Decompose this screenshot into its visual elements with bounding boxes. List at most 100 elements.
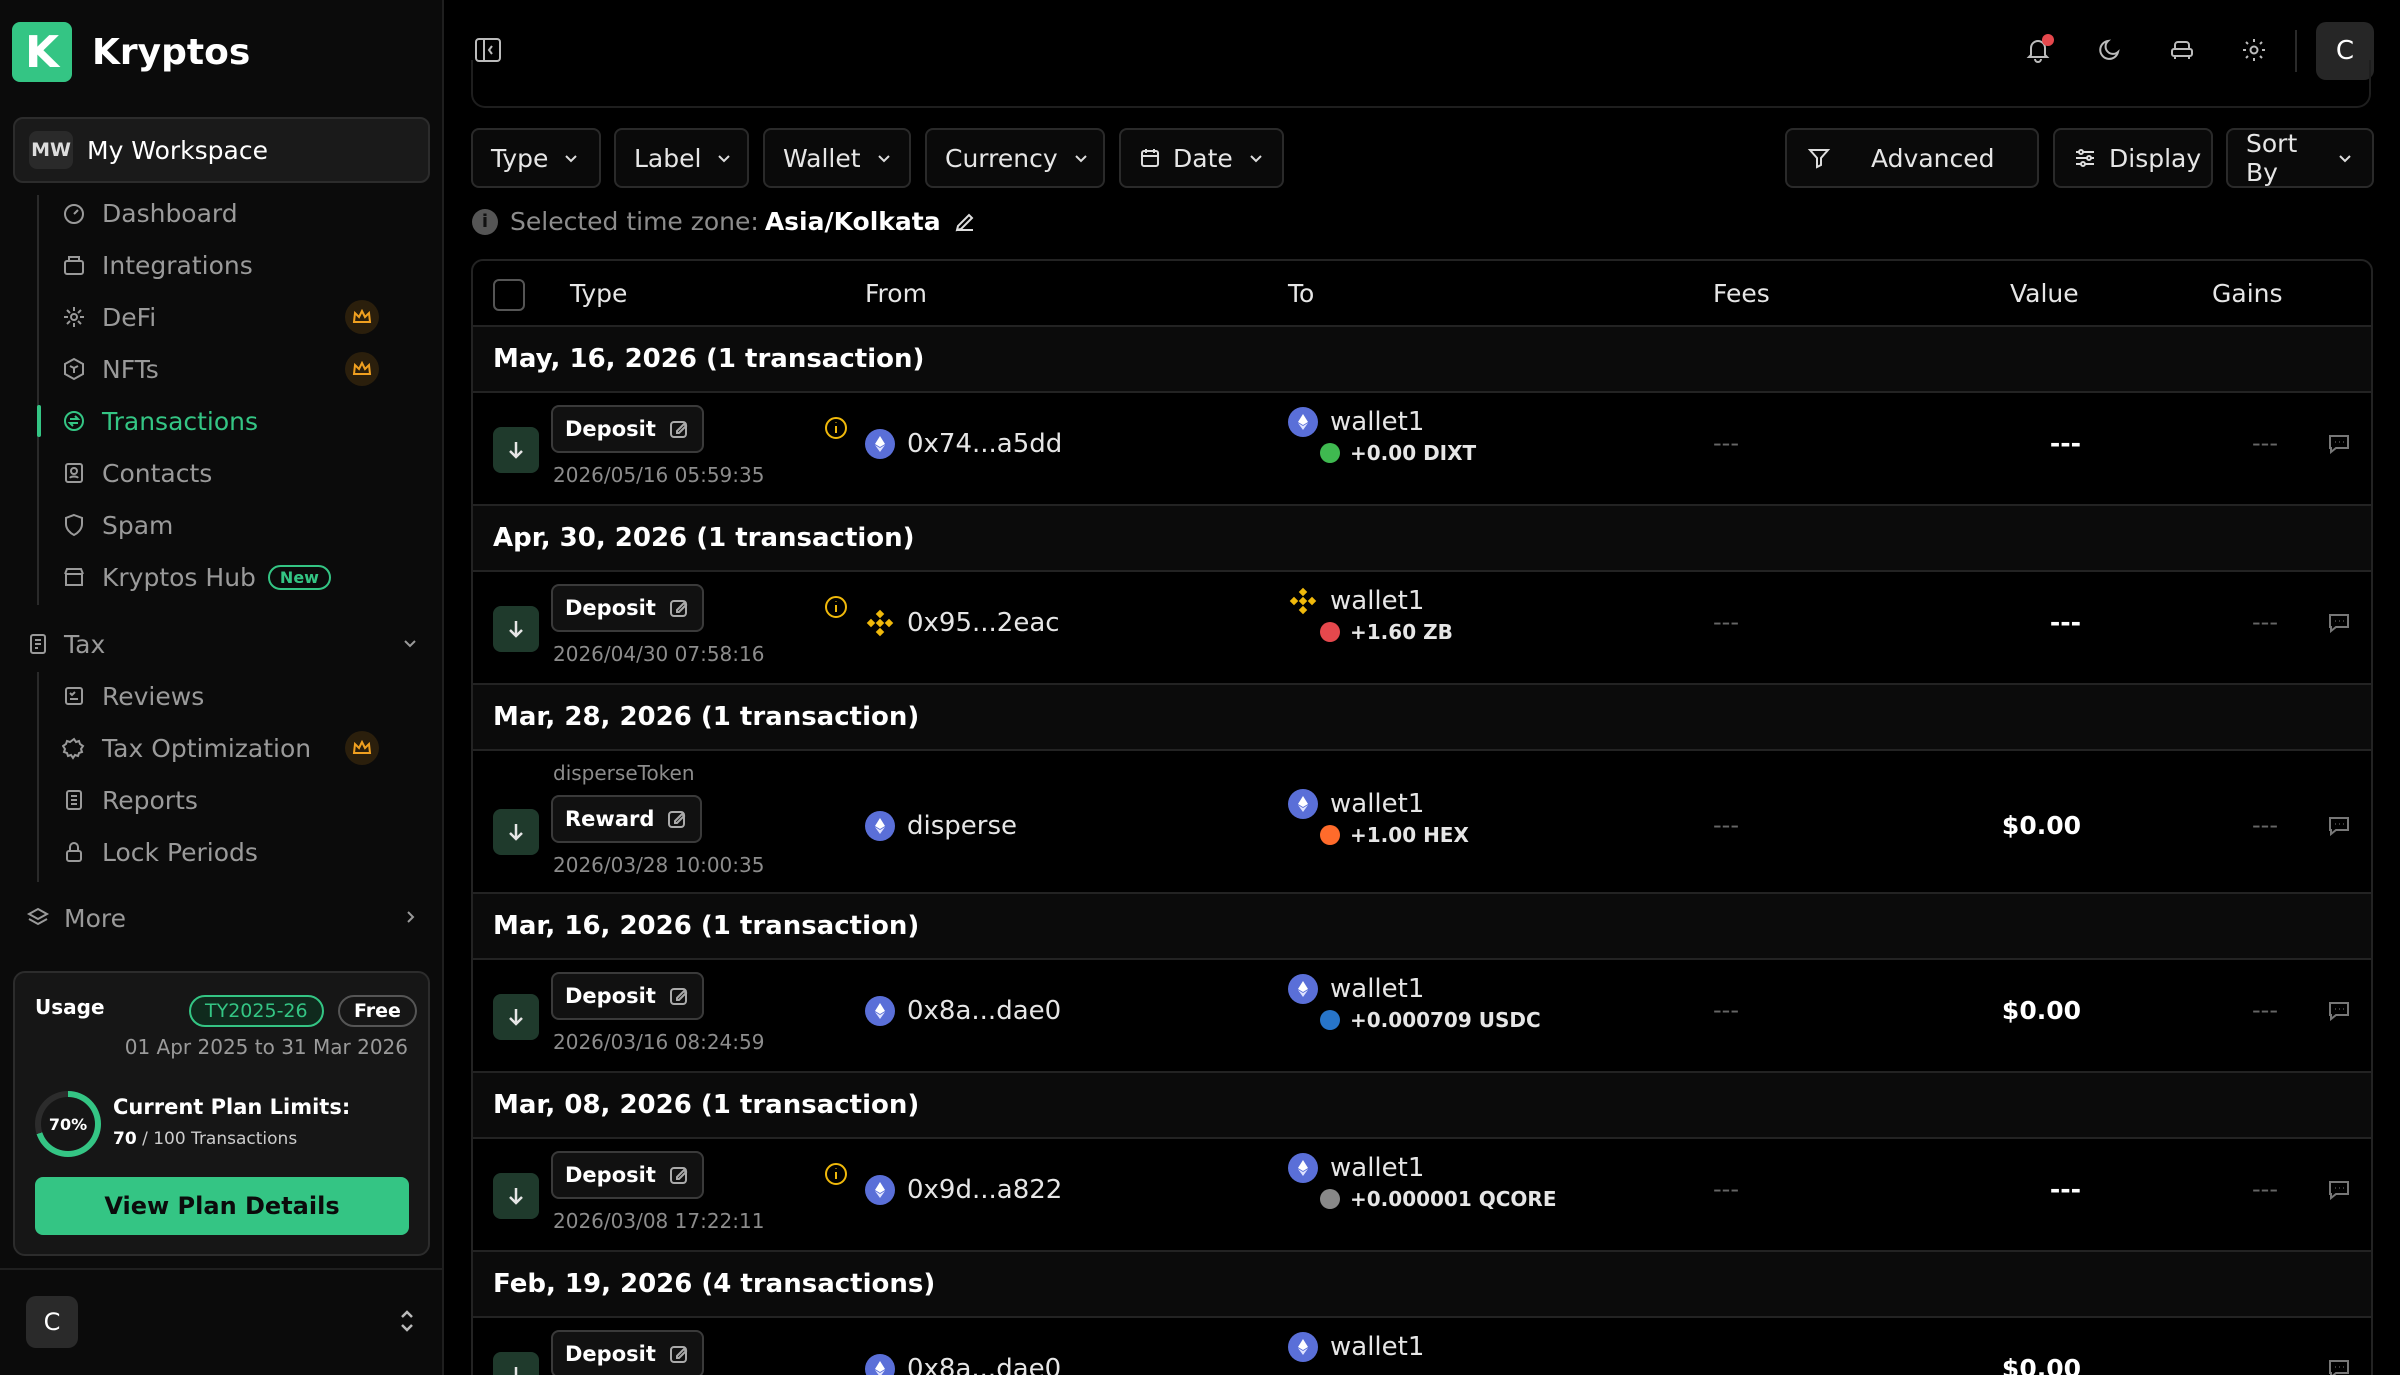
pencil-icon[interactable] [953, 210, 977, 234]
to-wallet-text: wallet1 [1330, 586, 1425, 616]
select-all-checkbox[interactable] [493, 279, 525, 311]
comment-icon[interactable] [2324, 1175, 2354, 1205]
sidebar-section-tax[interactable]: Tax [24, 622, 420, 666]
transaction-type-label: Deposit [565, 1163, 656, 1187]
comment-icon[interactable] [2324, 811, 2354, 841]
to-wallet-text: wallet1 [1330, 1153, 1425, 1183]
date-group-header: Apr, 30, 2026 (1 transaction) [473, 506, 2371, 572]
value-amount: --- [2049, 1175, 2081, 1204]
sidebar-section-more[interactable]: More [24, 896, 420, 940]
sidebar-item-defi[interactable]: DeFi [60, 295, 380, 339]
header-fees[interactable]: Fees [1713, 279, 1770, 308]
filter-currency[interactable]: Currency [925, 128, 1105, 188]
tax-year-badge[interactable]: TY2025-26 [189, 995, 324, 1027]
transaction-row[interactable]: Deposit 0x8a...dae0 wallet1 $0.00 [473, 1318, 2371, 1375]
transaction-type-chip[interactable]: Deposit [551, 405, 704, 453]
to-address[interactable]: wallet1 [1288, 1332, 1424, 1362]
from-address[interactable]: 0x9d...a822 [865, 1175, 1062, 1205]
header-gains[interactable]: Gains [2212, 279, 2283, 308]
info-icon: i [472, 208, 498, 235]
view-plan-details-button[interactable]: View Plan Details [35, 1177, 409, 1235]
from-address[interactable]: 0x8a...dae0 [865, 1354, 1061, 1375]
filter-wallet[interactable]: Wallet [763, 128, 911, 188]
transaction-row[interactable]: Deposit 2026/03/16 08:24:59 0x8a...dae0 wal… [473, 960, 2371, 1073]
transaction-type-chip[interactable]: Reward [551, 795, 703, 843]
sidebar-item-lock-periods[interactable]: Lock Periods [60, 830, 380, 874]
brand-name: Kryptos [92, 31, 251, 73]
transactions-icon [60, 407, 88, 435]
sidebar-item-spam[interactable]: Spam [60, 503, 380, 547]
plan-used: 70 [113, 1129, 137, 1149]
transaction-row[interactable]: disperseToken Reward 2026/03/28 10:00:35 di… [473, 751, 2371, 894]
to-address[interactable]: wallet1 +0.000709 USDC [1288, 974, 1541, 1032]
sort-by-button[interactable]: Sort By [2226, 128, 2374, 188]
filter-label: Currency [945, 143, 1058, 173]
timezone-row: i Selected time zone: Asia/Kolkata [472, 207, 977, 236]
timezone-value: Asia/Kolkata [764, 207, 941, 236]
sidebar-item-tax-optimization[interactable]: Tax Optimization [60, 726, 380, 770]
funnel-icon [1807, 146, 1831, 170]
warning-info-icon[interactable] [823, 1161, 849, 1187]
from-address[interactable]: 0x74...a5dd [865, 429, 1062, 459]
header-value[interactable]: Value [2010, 279, 2079, 308]
workspace-switcher[interactable]: MW My Workspace [13, 117, 430, 183]
premium-crown-icon [345, 300, 379, 334]
comment-icon[interactable] [2324, 996, 2354, 1026]
comment-icon[interactable] [2324, 429, 2354, 459]
transaction-row[interactable]: Deposit 2026/04/30 07:58:16 0x95...2eac wal… [473, 572, 2371, 685]
chevron-up-down-icon[interactable] [398, 1308, 416, 1340]
display-button[interactable]: Display [2053, 128, 2213, 188]
transaction-row[interactable]: Deposit 2026/05/16 05:59:35 0x74...a5dd wal… [473, 393, 2371, 506]
to-address[interactable]: wallet1 +1.00 HEX [1288, 789, 1469, 847]
to-address[interactable]: wallet1 +1.60 ZB [1288, 586, 1453, 644]
ethereum-chain-icon [1288, 1332, 1318, 1362]
nfts-icon [60, 355, 88, 383]
transaction-row[interactable]: Deposit 2026/03/08 17:22:11 0x9d...a822 wal… [473, 1139, 2371, 1252]
from-address[interactable]: 0x8a...dae0 [865, 996, 1061, 1026]
sidebar-item-transactions[interactable]: Transactions [37, 399, 380, 443]
table-header: Type From To Fees Value Gains [473, 261, 2371, 327]
token-amount-text: +0.000709 USDC [1350, 1008, 1541, 1032]
transaction-type-chip[interactable]: Deposit [551, 1151, 704, 1199]
sidebar-item-reviews[interactable]: Reviews [60, 674, 380, 718]
sidebar-item-integrations[interactable]: Integrations [60, 243, 380, 287]
transaction-type-chip[interactable]: Deposit [551, 584, 704, 632]
gains-value: --- [2252, 811, 2278, 839]
sidebar-item-contacts[interactable]: Contacts [60, 451, 380, 495]
sidebar-item-dashboard[interactable]: Dashboard [60, 191, 380, 235]
brand[interactable]: K Kryptos [12, 22, 250, 82]
advanced-filter-button[interactable]: Advanced [1785, 128, 2039, 188]
from-address[interactable]: disperse [865, 811, 1017, 841]
header-type[interactable]: Type [570, 279, 627, 308]
transaction-type-label: Reward [565, 807, 655, 831]
filter-type[interactable]: Type [471, 128, 601, 188]
header-from[interactable]: From [865, 279, 927, 308]
warning-info-icon[interactable] [823, 594, 849, 620]
user-footer[interactable]: C [0, 1268, 442, 1375]
sidebar-item-nfts[interactable]: NFTs [60, 347, 380, 391]
token-amount: +1.00 HEX [1320, 823, 1469, 847]
to-address[interactable]: wallet1 +0.00 DIXT [1288, 407, 1476, 465]
timezone-label: Selected time zone: [510, 207, 759, 236]
transaction-type-chip[interactable]: Deposit [551, 1330, 704, 1375]
transaction-type-chip[interactable]: Deposit [551, 972, 704, 1020]
notification-dot [2042, 34, 2054, 46]
from-address[interactable]: 0x95...2eac [865, 608, 1060, 638]
sidebar-item-reports[interactable]: Reports [60, 778, 380, 822]
comment-icon[interactable] [2324, 1354, 2354, 1375]
section-label: More [64, 903, 126, 933]
header-to[interactable]: To [1288, 279, 1314, 308]
token-amount-text: +1.60 ZB [1350, 620, 1453, 644]
filter-label: Label [634, 143, 702, 173]
filter-date[interactable]: Date [1119, 128, 1284, 188]
filter-label[interactable]: Label [614, 128, 749, 188]
warning-info-icon[interactable] [823, 415, 849, 441]
sidebar-item-kryptos-hub[interactable]: Kryptos Hub New [60, 555, 380, 599]
value-amount: $0.00 [2001, 996, 2081, 1025]
user-avatar[interactable]: C [26, 1296, 78, 1348]
from-address-text: 0x95...2eac [907, 608, 1060, 638]
nav-rail [37, 195, 39, 605]
chevron-down-icon [715, 149, 733, 167]
comment-icon[interactable] [2324, 608, 2354, 638]
to-address[interactable]: wallet1 +0.000001 QCORE [1288, 1153, 1556, 1211]
